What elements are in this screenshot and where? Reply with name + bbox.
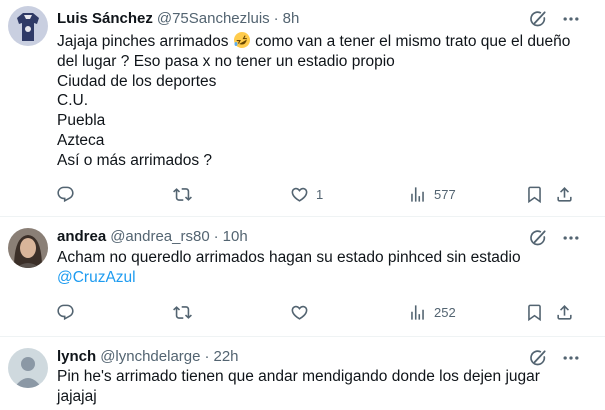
like-button[interactable]: 1 (290, 182, 323, 206)
display-name[interactable]: lynch (57, 347, 96, 367)
views-count: 577 (434, 186, 456, 202)
tweet-header: lynch @lynchdelarge · 22h (57, 347, 239, 367)
bookmark-button[interactable] (525, 182, 544, 206)
display-name[interactable]: Luis Sánchez (57, 9, 153, 29)
heart-icon (290, 303, 309, 322)
views-count: 252 (434, 304, 456, 320)
retweet-button[interactable] (173, 300, 192, 324)
photo-avatar-icon (8, 228, 48, 268)
tweet-line: del lugar ? Eso pasa x no tener un estad… (57, 52, 395, 70)
tweet-line: Azteca (57, 131, 105, 149)
bookmark-button[interactable] (525, 300, 544, 324)
reply-button[interactable] (56, 182, 75, 206)
timestamp[interactable]: 22h (213, 347, 238, 367)
action-bar: 252 (0, 300, 605, 324)
grok-icon[interactable] (528, 228, 548, 248)
tweet-text: Pin he's arrimado tienen que andar mendi… (57, 367, 587, 407)
avatar[interactable] (8, 228, 48, 268)
tweet-line: Puebla (57, 112, 106, 130)
rolling-laughing-emoji-icon (233, 32, 250, 48)
user-handle[interactable]: @lynchdelarge (100, 347, 200, 367)
tweet-header: Luis Sánchez @75Sanchezluis · 8h (57, 9, 299, 29)
like-button[interactable] (290, 300, 309, 324)
views-icon (408, 185, 427, 204)
user-handle[interactable]: @andrea_rs80 (110, 227, 209, 247)
tweet-header: andrea @andrea_rs80 · 10h (57, 227, 248, 247)
grok-icon[interactable] (528, 9, 548, 29)
tweet-luis[interactable]: Luis Sánchez @75Sanchezluis · 8h Jajaja … (0, 0, 605, 216)
tweet-line: Ciudad de los deportes (57, 72, 217, 90)
bookmark-icon (525, 303, 544, 322)
views-icon (408, 303, 427, 322)
share-icon (555, 185, 574, 204)
grok-icon[interactable] (528, 348, 548, 368)
views-button[interactable]: 577 (408, 182, 456, 206)
tweet-lynch[interactable]: lynch @lynchdelarge · 22h Pin he's arrim… (0, 336, 605, 410)
like-count: 1 (316, 186, 324, 202)
tweet-line: Así o más arrimados ? (57, 151, 213, 169)
separator-dot: · (213, 228, 219, 245)
reply-icon (56, 185, 75, 204)
tweet-text: Acham no queredlo arrimados hagan su est… (57, 248, 587, 288)
more-icon[interactable] (561, 9, 581, 29)
retweet-icon (173, 185, 192, 204)
tweet-line: Jajaja pinches arrimados como van a tene… (57, 31, 587, 52)
tweet-line: C.U. (57, 92, 88, 110)
reply-button[interactable] (56, 300, 75, 324)
more-icon[interactable] (561, 228, 581, 248)
avatar[interactable] (8, 348, 48, 388)
timestamp[interactable]: 10h (223, 227, 248, 247)
views-button[interactable]: 252 (408, 300, 456, 324)
reply-icon (56, 303, 75, 322)
retweet-icon (173, 303, 192, 322)
bookmark-icon (525, 185, 544, 204)
jersey-avatar-icon (8, 6, 48, 46)
tweet-text: Jajaja pinches arrimados como van a tene… (57, 31, 587, 171)
share-button[interactable] (555, 182, 574, 206)
text-fragment: Jajaja pinches arrimados (57, 33, 233, 50)
tweet-line: Acham no queredlo arrimados hagan su est… (57, 249, 521, 266)
display-name[interactable]: andrea (57, 227, 106, 247)
share-icon (555, 303, 574, 322)
action-bar: 1 577 (0, 182, 605, 206)
separator-dot: · (204, 348, 210, 365)
heart-icon (290, 185, 309, 204)
user-handle[interactable]: @75Sanchezluis (157, 9, 270, 29)
tweet-line: jajajaj (57, 387, 97, 405)
tweet-line: Pin he's arrimado tienen que andar mendi… (57, 368, 540, 385)
more-icon[interactable] (561, 348, 581, 368)
avatar[interactable] (8, 6, 48, 46)
text-fragment: como van a tener el mismo trato que el d… (250, 33, 571, 50)
separator-dot: · (273, 10, 279, 27)
mention-link[interactable]: @CruzAzul (57, 268, 587, 288)
retweet-button[interactable] (173, 182, 192, 206)
default-avatar-icon (8, 348, 48, 388)
tweet-andrea[interactable]: andrea @andrea_rs80 · 10h Acham no quere… (0, 216, 605, 336)
share-button[interactable] (555, 300, 574, 324)
timestamp[interactable]: 8h (283, 9, 300, 29)
